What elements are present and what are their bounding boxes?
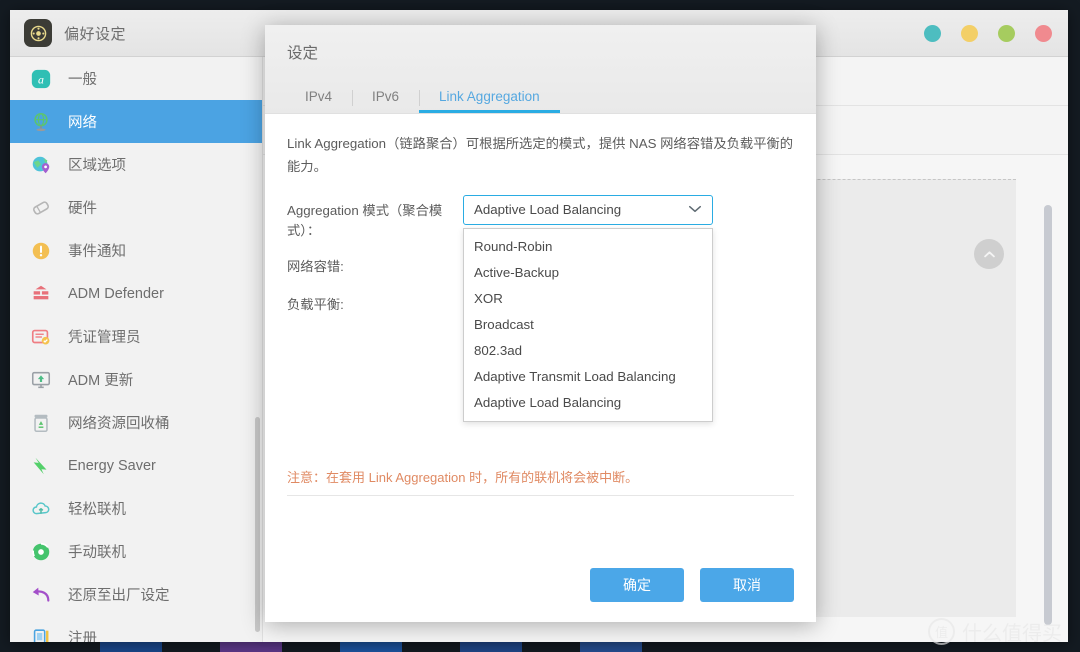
network-globe-icon	[28, 109, 54, 135]
sidebar-item-label: 区域选项	[68, 158, 126, 174]
select-option[interactable]: Adaptive Transmit Load Balancing	[464, 364, 712, 390]
sidebar: a 一般 网络 区域选项 硬件 事件通知 ADM Defender 凭证管理员 …	[10, 57, 263, 642]
window-controls	[924, 10, 1052, 56]
sidebar-item-label: ADM Defender	[68, 285, 164, 302]
svg-text:a: a	[38, 72, 44, 86]
sidebar-item-label: 网络资源回收桶	[68, 416, 170, 432]
tab-ipv4[interactable]: IPv4	[285, 89, 352, 113]
tab-link-aggregation[interactable]: Link Aggregation	[419, 89, 560, 113]
link-aggregation-description: Link Aggregation（链路聚合）可根据所选定的模式，提供 NAS 网…	[287, 136, 794, 175]
sidebar-item-network[interactable]: 网络	[10, 100, 262, 143]
aggregation-mode-select[interactable]: Adaptive Load Balancing Round-Robin Acti…	[463, 194, 713, 422]
sidebar-item-label: 网络	[68, 115, 97, 131]
select-options-list[interactable]: Round-Robin Active-Backup XOR Broadcast …	[463, 227, 713, 422]
watermark: 值 什么值得买	[928, 617, 1062, 646]
dialog-tabs: IPv4 IPv6 Link Aggregation	[285, 89, 560, 113]
sidebar-item-label: 硬件	[68, 201, 97, 217]
update-monitor-icon	[28, 367, 54, 393]
dialog-separator	[287, 495, 794, 496]
certificate-icon	[28, 324, 54, 350]
restore-arrow-icon	[28, 582, 54, 608]
select-option[interactable]: Round-Robin	[464, 234, 712, 260]
chevron-up-icon[interactable]	[974, 239, 1004, 269]
select-option[interactable]: 802.3ad	[464, 338, 712, 364]
sidebar-item-ez-connect[interactable]: 轻松联机	[10, 487, 262, 530]
dialog-header: 设定 IPv4 IPv6 Link Aggregation	[265, 25, 816, 114]
tab-ipv6[interactable]: IPv6	[352, 89, 419, 113]
general-icon: a	[28, 66, 54, 92]
manual-connect-icon	[28, 539, 54, 565]
maximize-button[interactable]	[998, 24, 1015, 42]
sidebar-item-factory-reset[interactable]: 还原至出厂设定	[10, 573, 262, 616]
sidebar-item-label: 手动联机	[68, 545, 126, 561]
sidebar-item-label: Energy Saver	[68, 457, 156, 474]
register-icon	[28, 625, 54, 642]
sidebar-item-label: 注册	[68, 631, 97, 642]
sidebar-item-network-recycle-bin[interactable]: 网络资源回收桶	[10, 401, 262, 444]
sidebar-item-label: ADM 更新	[68, 373, 134, 389]
page-title: 偏好设定	[64, 25, 127, 43]
sidebar-item-label: 一般	[68, 72, 97, 88]
select-option[interactable]: Adaptive Load Balancing	[464, 390, 712, 416]
tab-label: Link Aggregation	[439, 89, 540, 104]
select-option[interactable]: XOR	[464, 286, 712, 312]
watermark-text: 什么值得买	[962, 623, 1062, 645]
tab-label: IPv6	[372, 89, 400, 104]
select-option[interactable]: Active-Backup	[464, 260, 712, 286]
sidebar-item-hardware[interactable]: 硬件	[10, 186, 262, 229]
sidebar-item-adm-update[interactable]: ADM 更新	[10, 358, 262, 401]
select-option[interactable]: Broadcast	[464, 312, 712, 338]
content-scrollbar[interactable]	[1044, 205, 1052, 625]
dialog-body: Link Aggregation（链路聚合）可根据所选定的模式，提供 NAS 网…	[265, 114, 816, 548]
aggregation-mode-label: Aggregation 模式（聚合模式）：	[287, 202, 443, 239]
settings-gear-icon	[24, 19, 52, 47]
sidebar-item-notifications[interactable]: 事件通知	[10, 229, 262, 272]
confirm-button[interactable]: 确定	[590, 568, 684, 602]
energy-bolt-icon	[28, 453, 54, 479]
sidebar-item-label: 凭证管理员	[68, 330, 141, 346]
alert-bell-icon	[28, 238, 54, 264]
sidebar-item-general[interactable]: a 一般	[10, 57, 262, 100]
dialog-title: 设定	[287, 45, 319, 62]
sidebar-item-energy-saver[interactable]: Energy Saver	[10, 444, 262, 487]
sidebar-item-regional[interactable]: 区域选项	[10, 143, 262, 186]
cloud-connect-icon	[28, 496, 54, 522]
hide-button[interactable]	[924, 24, 941, 42]
select-box[interactable]: Adaptive Load Balancing	[463, 194, 713, 225]
minimize-button[interactable]	[961, 24, 978, 42]
sidebar-item-adm-defender[interactable]: ADM Defender	[10, 272, 262, 315]
sidebar-item-certificate[interactable]: 凭证管理员	[10, 315, 262, 358]
dialog-footer: 确定 取消	[265, 548, 816, 622]
cancel-button[interactable]: 取消	[700, 568, 794, 602]
recycle-bin-icon	[28, 410, 54, 436]
sidebar-item-manual-connect[interactable]: 手动联机	[10, 530, 262, 573]
watermark-badge: 值	[928, 618, 955, 645]
select-selected-value: Adaptive Load Balancing	[474, 202, 622, 218]
sidebar-item-label: 还原至出厂设定	[68, 588, 170, 604]
firewall-icon	[28, 281, 54, 307]
sidebar-scrollbar[interactable]	[255, 417, 260, 632]
hardware-icon	[28, 195, 54, 221]
aggregation-mode-row: Aggregation 模式（聚合模式）： Adaptive Load Bala…	[287, 194, 794, 422]
region-pin-icon	[28, 152, 54, 178]
settings-dialog: 设定 IPv4 IPv6 Link Aggregation Link Aggre…	[265, 25, 816, 622]
sidebar-item-register[interactable]: 注册	[10, 616, 262, 642]
sidebar-item-label: 轻松联机	[68, 502, 126, 518]
close-button[interactable]	[1035, 24, 1052, 42]
sidebar-item-label: 事件通知	[68, 244, 126, 260]
chevron-down-icon[interactable]	[688, 204, 702, 216]
warning-note: 注意：在套用 Link Aggregation 时，所有的联机将会被中断。	[287, 470, 639, 485]
tab-label: IPv4	[305, 89, 333, 104]
